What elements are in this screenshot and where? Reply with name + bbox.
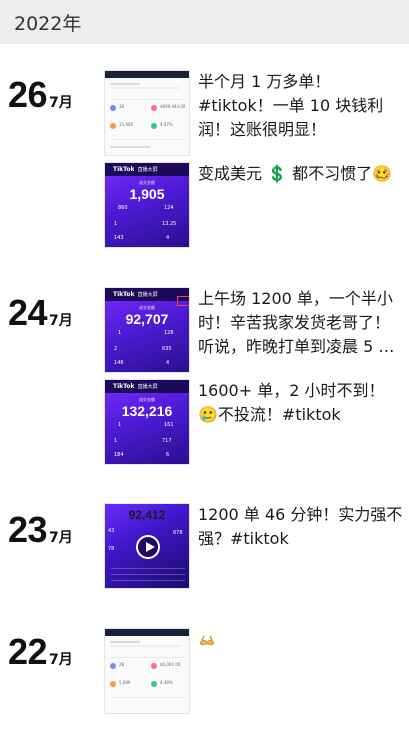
date-day: 22	[8, 631, 48, 672]
play-icon[interactable]	[136, 535, 160, 559]
tiktok-tag: 直播大屏	[137, 292, 158, 298]
date-day: 24	[8, 292, 48, 333]
date-label-26: 26 7月	[8, 74, 73, 116]
post-thumbnail[interactable]: TikTok 直播大屏 成交金额 132,216 1 161 1 717 184 …	[104, 379, 190, 465]
date-day: 23	[8, 509, 48, 550]
gmv-label: 成交金额	[139, 305, 155, 310]
year-header-label: 2022年	[14, 13, 82, 35]
tiktok-tag: 直播大屏	[137, 167, 158, 173]
gmv-value: 92,412	[128, 508, 166, 522]
thumb-stat: 1	[114, 221, 118, 227]
post-item[interactable]: TikTok 直播大屏 成交金额 132,216 1 161 1 717 184 …	[104, 379, 404, 465]
thumb-stat: 146	[114, 360, 124, 366]
post-item[interactable]: TikTok 直播大屏 成交金额 92,707 1 128 2 635 146 4…	[104, 287, 404, 373]
thumb-stat: 13.25	[162, 221, 177, 227]
post-item[interactable]: 38 $609,444.00 15,906 4.47% 半个月 1 万多单！ #…	[104, 70, 404, 156]
gmv-value: 132,216	[121, 403, 173, 419]
thumb-stat: 6	[166, 452, 170, 458]
post-caption: 变成美元 💲 都不习惯了🥴	[198, 164, 393, 183]
post-thumbnail[interactable]: TikTok 直播大屏 成交金额 1,905 860 124 1 13.25 14…	[104, 162, 190, 248]
post-item[interactable]: 28 $6,001.00 5,689 4.48% 🤷	[104, 628, 404, 714]
post-thumbnail[interactable]: 28 $6,001.00 5,689 4.48%	[104, 628, 190, 714]
post-thumbnail[interactable]: TikTok 直播大屏 成交金额 92,707 1 128 2 635 146 4	[104, 287, 190, 373]
gmv-label: 成交金额	[139, 397, 155, 402]
thumb-stat: 678	[173, 530, 183, 536]
date-label-22: 22 7月	[8, 631, 73, 673]
thumb-stat: 78	[108, 546, 115, 552]
post-item[interactable]: 92,412 43 678 78 1200 单 46 分钟！实力强不强？#tik…	[104, 503, 404, 589]
thumb-stat: 4.48%	[160, 680, 173, 685]
thumb-stat: 2	[114, 346, 118, 352]
gmv-label: 成交金额	[139, 180, 155, 185]
gmv-value: 92,707	[125, 311, 169, 327]
thumb-stat: 860	[118, 205, 128, 211]
tiktok-brand: TikTok	[113, 291, 135, 298]
post-caption: 上午场 1200 单，一个半小时！辛苦我家发货老哥了！听说，昨晚打单到凌晨 5 …	[198, 289, 395, 356]
thumb-stat: 635	[162, 346, 172, 352]
post-thumbnail[interactable]: 38 $609,444.00 15,906 4.47%	[104, 70, 190, 156]
post-caption: 1200 单 46 分钟！实力强不强？#tiktok	[198, 505, 403, 548]
video-thumbnail[interactable]: 92,412 43 678 78	[104, 503, 190, 589]
thumb-stat: 124	[164, 205, 174, 211]
thumb-stat: 1	[118, 330, 122, 336]
thumb-stat: 1	[114, 438, 118, 444]
date-day: 26	[8, 74, 48, 115]
year-header: 2022年	[0, 0, 409, 44]
thumb-stat: 184	[114, 452, 124, 458]
date-label-23: 23 7月	[8, 509, 73, 551]
tiktok-brand: TikTok	[113, 383, 135, 390]
thumb-stat: 4.47%	[160, 122, 173, 127]
post-caption: 🤷	[198, 628, 404, 652]
thumb-stat: 128	[164, 330, 174, 336]
thumb-stat: 15,906	[119, 122, 133, 127]
date-month: 7月	[49, 95, 73, 111]
thumb-stat: 1	[118, 422, 122, 428]
thumb-stat: 717	[162, 438, 172, 444]
thumb-stat: 143	[114, 235, 124, 241]
thumb-stat: 28	[119, 662, 125, 667]
post-item[interactable]: TikTok 直播大屏 成交金额 1,905 860 124 1 13.25 14…	[104, 162, 404, 248]
thumb-stat: 4	[166, 235, 170, 241]
post-caption: 1600+ 单，2 小时不到！🥲不投流！#tiktok	[198, 381, 385, 424]
shrug-icon	[199, 635, 215, 646]
tiktok-brand: TikTok	[113, 166, 135, 173]
thumb-stat: $6,001.00	[160, 662, 181, 667]
gmv-value: 1,905	[129, 186, 165, 202]
date-month: 7月	[49, 313, 73, 329]
thumb-stat: 161	[164, 422, 174, 428]
date-month: 7月	[49, 530, 73, 546]
thumb-stat: 38	[119, 104, 125, 109]
post-caption: 半个月 1 万多单！ #tiktok！一单 10 块钱利润！这账很明显！	[198, 72, 384, 139]
thumb-stat: 5,689	[119, 680, 131, 685]
thumb-stat: $609,444.00	[160, 104, 186, 109]
date-month: 7月	[49, 652, 73, 668]
date-label-24: 24 7月	[8, 292, 73, 334]
thumb-stat: 43	[108, 528, 115, 534]
tiktok-tag: 直播大屏	[137, 384, 158, 390]
thumb-stat: 4	[166, 360, 170, 366]
